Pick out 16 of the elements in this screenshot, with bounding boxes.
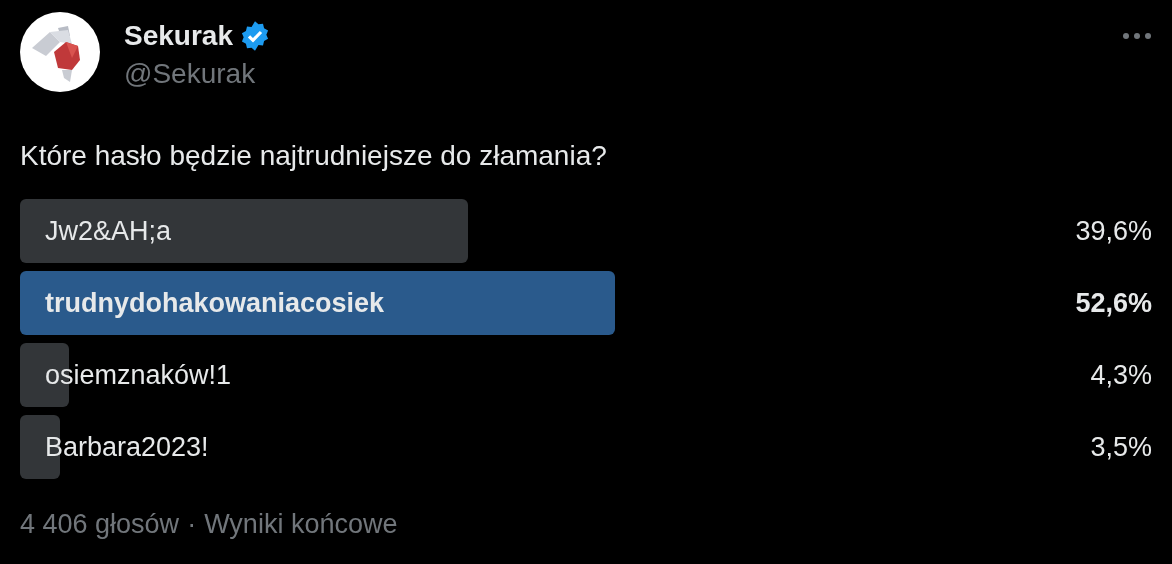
vote-count: 4 406 głosów <box>20 509 180 540</box>
option-percent: 52,6% <box>1075 287 1152 319</box>
option-label: Jw2&AH;a <box>45 215 172 247</box>
option-label: osiemznaków!1 <box>45 359 232 391</box>
separator: · <box>187 509 197 540</box>
option-percent: 4,3% <box>1090 359 1152 391</box>
avatar-logo-drawing[interactable] <box>20 12 100 92</box>
tweet-text: Które hasło będzie najtrudniejsze do złamania? <box>20 139 608 173</box>
author-name[interactable]: Sekurak <box>124 18 233 54</box>
option-label: trudnydohakowaniacosiek <box>45 287 385 319</box>
option-percent: 3,5% <box>1090 431 1152 463</box>
option-label: Barbara2023! <box>45 431 209 463</box>
more-icon[interactable] <box>1122 32 1152 40</box>
author-handle[interactable]: @Sekurak <box>124 56 271 92</box>
option-percent: 39,6% <box>1075 215 1152 247</box>
poll-status: Wyniki końcowe <box>204 509 398 540</box>
